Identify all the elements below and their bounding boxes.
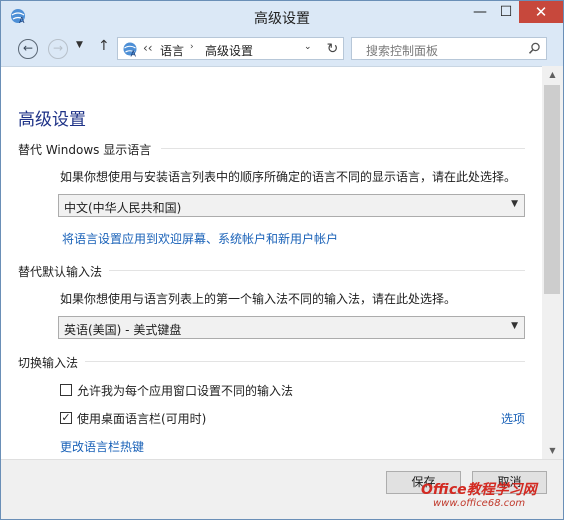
close-button[interactable]: ✕: [519, 1, 563, 23]
title-bar: A 高级设置 — ☐ ✕: [1, 1, 563, 32]
language-bar-options-link[interactable]: 选项: [501, 410, 525, 427]
per-app-input-checkbox[interactable]: [60, 384, 72, 396]
scrollbar-thumb[interactable]: [544, 85, 560, 294]
breadcrumb-overflow[interactable]: ‹‹: [143, 41, 153, 55]
control-panel-language-icon: A: [123, 42, 137, 59]
back-button[interactable]: ←: [18, 39, 38, 59]
window: A 高级设置 — ☐ ✕ ← → ▼ ↑ A ‹‹ 语言 › 高级设置 ⌄ ↻ …: [0, 0, 564, 520]
refresh-button[interactable]: ↻: [322, 37, 344, 60]
section-heading-display-language: 替代 Windows 显示语言: [18, 143, 152, 157]
address-bar[interactable]: A ‹‹ 语言 › 高级设置 ⌄: [117, 37, 343, 60]
section-divider: [85, 361, 525, 362]
section-heading-switch-input: 切换输入法: [18, 356, 79, 370]
vertical-scrollbar[interactable]: ▲ ▼: [542, 66, 563, 459]
minimize-button[interactable]: —: [467, 1, 493, 23]
navigation-bar: ← → ▼ ↑ A ‹‹ 语言 › 高级设置 ⌄ ↻ 搜索控制面板: [1, 32, 563, 66]
apply-language-settings-link[interactable]: 将语言设置应用到欢迎屏幕、系统帐户和新用户帐户: [62, 230, 338, 247]
section-heading-default-input: 替代默认输入法: [18, 265, 103, 279]
display-language-description: 如果你想使用与安装语言列表中的顺序所确定的语言不同的显示语言，请在此处选择。: [60, 170, 517, 184]
scroll-up-icon[interactable]: ▲: [542, 66, 563, 83]
breadcrumb-language[interactable]: 语言: [160, 42, 184, 59]
breadcrumb-advanced-settings[interactable]: 高级设置: [205, 42, 253, 59]
address-dropdown-icon[interactable]: ⌄: [304, 42, 312, 52]
per-app-input-label[interactable]: 允许我为每个应用窗口设置不同的输入法: [77, 382, 293, 399]
chevron-down-icon: ▼: [511, 321, 518, 331]
watermark: Office教程学习网 www.office68.com: [421, 479, 561, 517]
svg-text:A: A: [131, 50, 137, 59]
content-pane: 高级设置 替代 Windows 显示语言 如果你想使用与安装语言列表中的顺序所确…: [1, 66, 542, 460]
up-button[interactable]: ↑: [98, 38, 110, 54]
change-hotkeys-link[interactable]: 更改语言栏热键: [60, 438, 144, 455]
watermark-title: Office教程学习网: [421, 482, 537, 498]
display-language-value: 中文(中华人民共和国): [64, 201, 182, 215]
search-input[interactable]: 搜索控制面板: [351, 37, 547, 60]
maximize-button[interactable]: ☐: [493, 1, 519, 23]
section-divider: [109, 270, 525, 271]
chevron-down-icon: ▼: [511, 199, 518, 209]
search-placeholder: 搜索控制面板: [366, 44, 439, 58]
desktop-language-bar-label[interactable]: 使用桌面语言栏(可用时): [77, 410, 206, 427]
scroll-down-icon[interactable]: ▼: [542, 442, 563, 459]
recent-locations-dropdown[interactable]: ▼: [76, 40, 83, 50]
page-title: 高级设置: [18, 110, 86, 130]
display-language-select[interactable]: 中文(中华人民共和国) ▼: [58, 194, 525, 217]
default-input-description: 如果你想使用与语言列表上的第一个输入法不同的输入法，请在此处选择。: [60, 292, 457, 306]
default-input-value: 英语(美国) - 美式键盘: [64, 323, 182, 337]
forward-button[interactable]: →: [48, 39, 68, 59]
desktop-language-bar-checkbox[interactable]: ✓: [60, 412, 72, 424]
default-input-select[interactable]: 英语(美国) - 美式键盘 ▼: [58, 316, 525, 339]
breadcrumb-arrow-icon[interactable]: ›: [190, 42, 194, 52]
search-icon[interactable]: [528, 42, 541, 55]
section-divider: [161, 148, 525, 149]
watermark-url: www.office68.com: [433, 498, 526, 509]
